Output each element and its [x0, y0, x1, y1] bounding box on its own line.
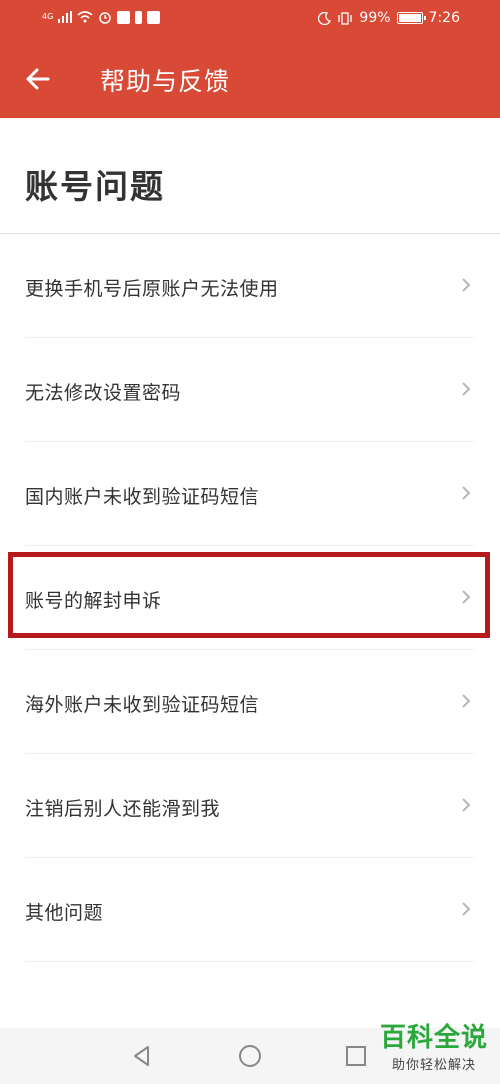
- chevron-right-icon: [462, 382, 471, 396]
- circle-home-icon[interactable]: [236, 1042, 264, 1070]
- paw-app-icon: [147, 10, 161, 24]
- battery-saver-icon: [135, 10, 143, 24]
- battery-percent: 99%: [359, 10, 391, 26]
- faq-item-label: 账号的解封申诉: [25, 590, 162, 612]
- section-title: 账号问题: [25, 167, 165, 206]
- status-right: 99% 7:26: [318, 10, 460, 26]
- watermark-subtitle: 助你轻松解决: [391, 1058, 476, 1073]
- status-bar: 4G 99% 7:26: [0, 0, 500, 40]
- faq-item-label: 海外账户未收到验证码短信: [25, 694, 260, 716]
- app-bar: 帮助与反馈: [0, 40, 500, 118]
- faq-item-label: 注销后别人还能滑到我: [25, 798, 221, 820]
- alarm-icon: [99, 12, 112, 24]
- faq-item-overseas-sms[interactable]: 海外账户未收到验证码短信: [0, 650, 500, 754]
- status-left: 4G: [42, 10, 161, 24]
- faq-item-change-phone[interactable]: 更换手机号后原账户无法使用: [0, 234, 500, 338]
- chevron-right-icon: [462, 902, 471, 916]
- clock: 7:26: [428, 10, 460, 26]
- app-notification-icon: [117, 10, 131, 24]
- faq-item-domestic-sms[interactable]: 国内账户未收到验证码短信: [0, 442, 500, 546]
- chevron-right-icon: [462, 798, 471, 812]
- arrow-left-icon: [26, 68, 50, 90]
- faq-item-label: 国内账户未收到验证码短信: [25, 486, 260, 508]
- faq-list: 更换手机号后原账户无法使用 无法修改设置密码 国内账户未收到验证码短信 账号的解…: [0, 234, 500, 962]
- faq-item-label: 更换手机号后原账户无法使用: [25, 278, 279, 300]
- chevron-right-icon: [462, 590, 471, 604]
- battery-icon: [396, 12, 426, 24]
- network-type: 4G: [42, 12, 54, 21]
- faq-item-other[interactable]: 其他问题: [0, 858, 500, 962]
- chevron-right-icon: [462, 486, 471, 500]
- faq-item-deleted-account[interactable]: 注销后别人还能滑到我: [0, 754, 500, 858]
- wifi-icon: [77, 11, 93, 23]
- chevron-right-icon: [462, 694, 471, 708]
- list-divider: [25, 961, 475, 962]
- watermark-logo: 百科全说 助你轻松解决: [380, 1022, 488, 1073]
- triangle-back-icon[interactable]: [128, 1042, 156, 1070]
- faq-item-unban-appeal[interactable]: 账号的解封申诉: [0, 546, 500, 650]
- signal-icon: [58, 11, 73, 23]
- back-button[interactable]: [18, 59, 58, 99]
- faq-item-password[interactable]: 无法修改设置密码: [0, 338, 500, 442]
- page-title: 帮助与反馈: [100, 67, 231, 96]
- faq-item-label: 无法修改设置密码: [25, 382, 182, 404]
- chevron-right-icon: [462, 278, 471, 292]
- watermark-title: 百科全说: [379, 1023, 488, 1053]
- moon-icon: [318, 11, 332, 25]
- vibrate-icon: [338, 11, 353, 25]
- faq-item-label: 其他问题: [25, 902, 104, 924]
- square-recent-icon[interactable]: [342, 1042, 370, 1070]
